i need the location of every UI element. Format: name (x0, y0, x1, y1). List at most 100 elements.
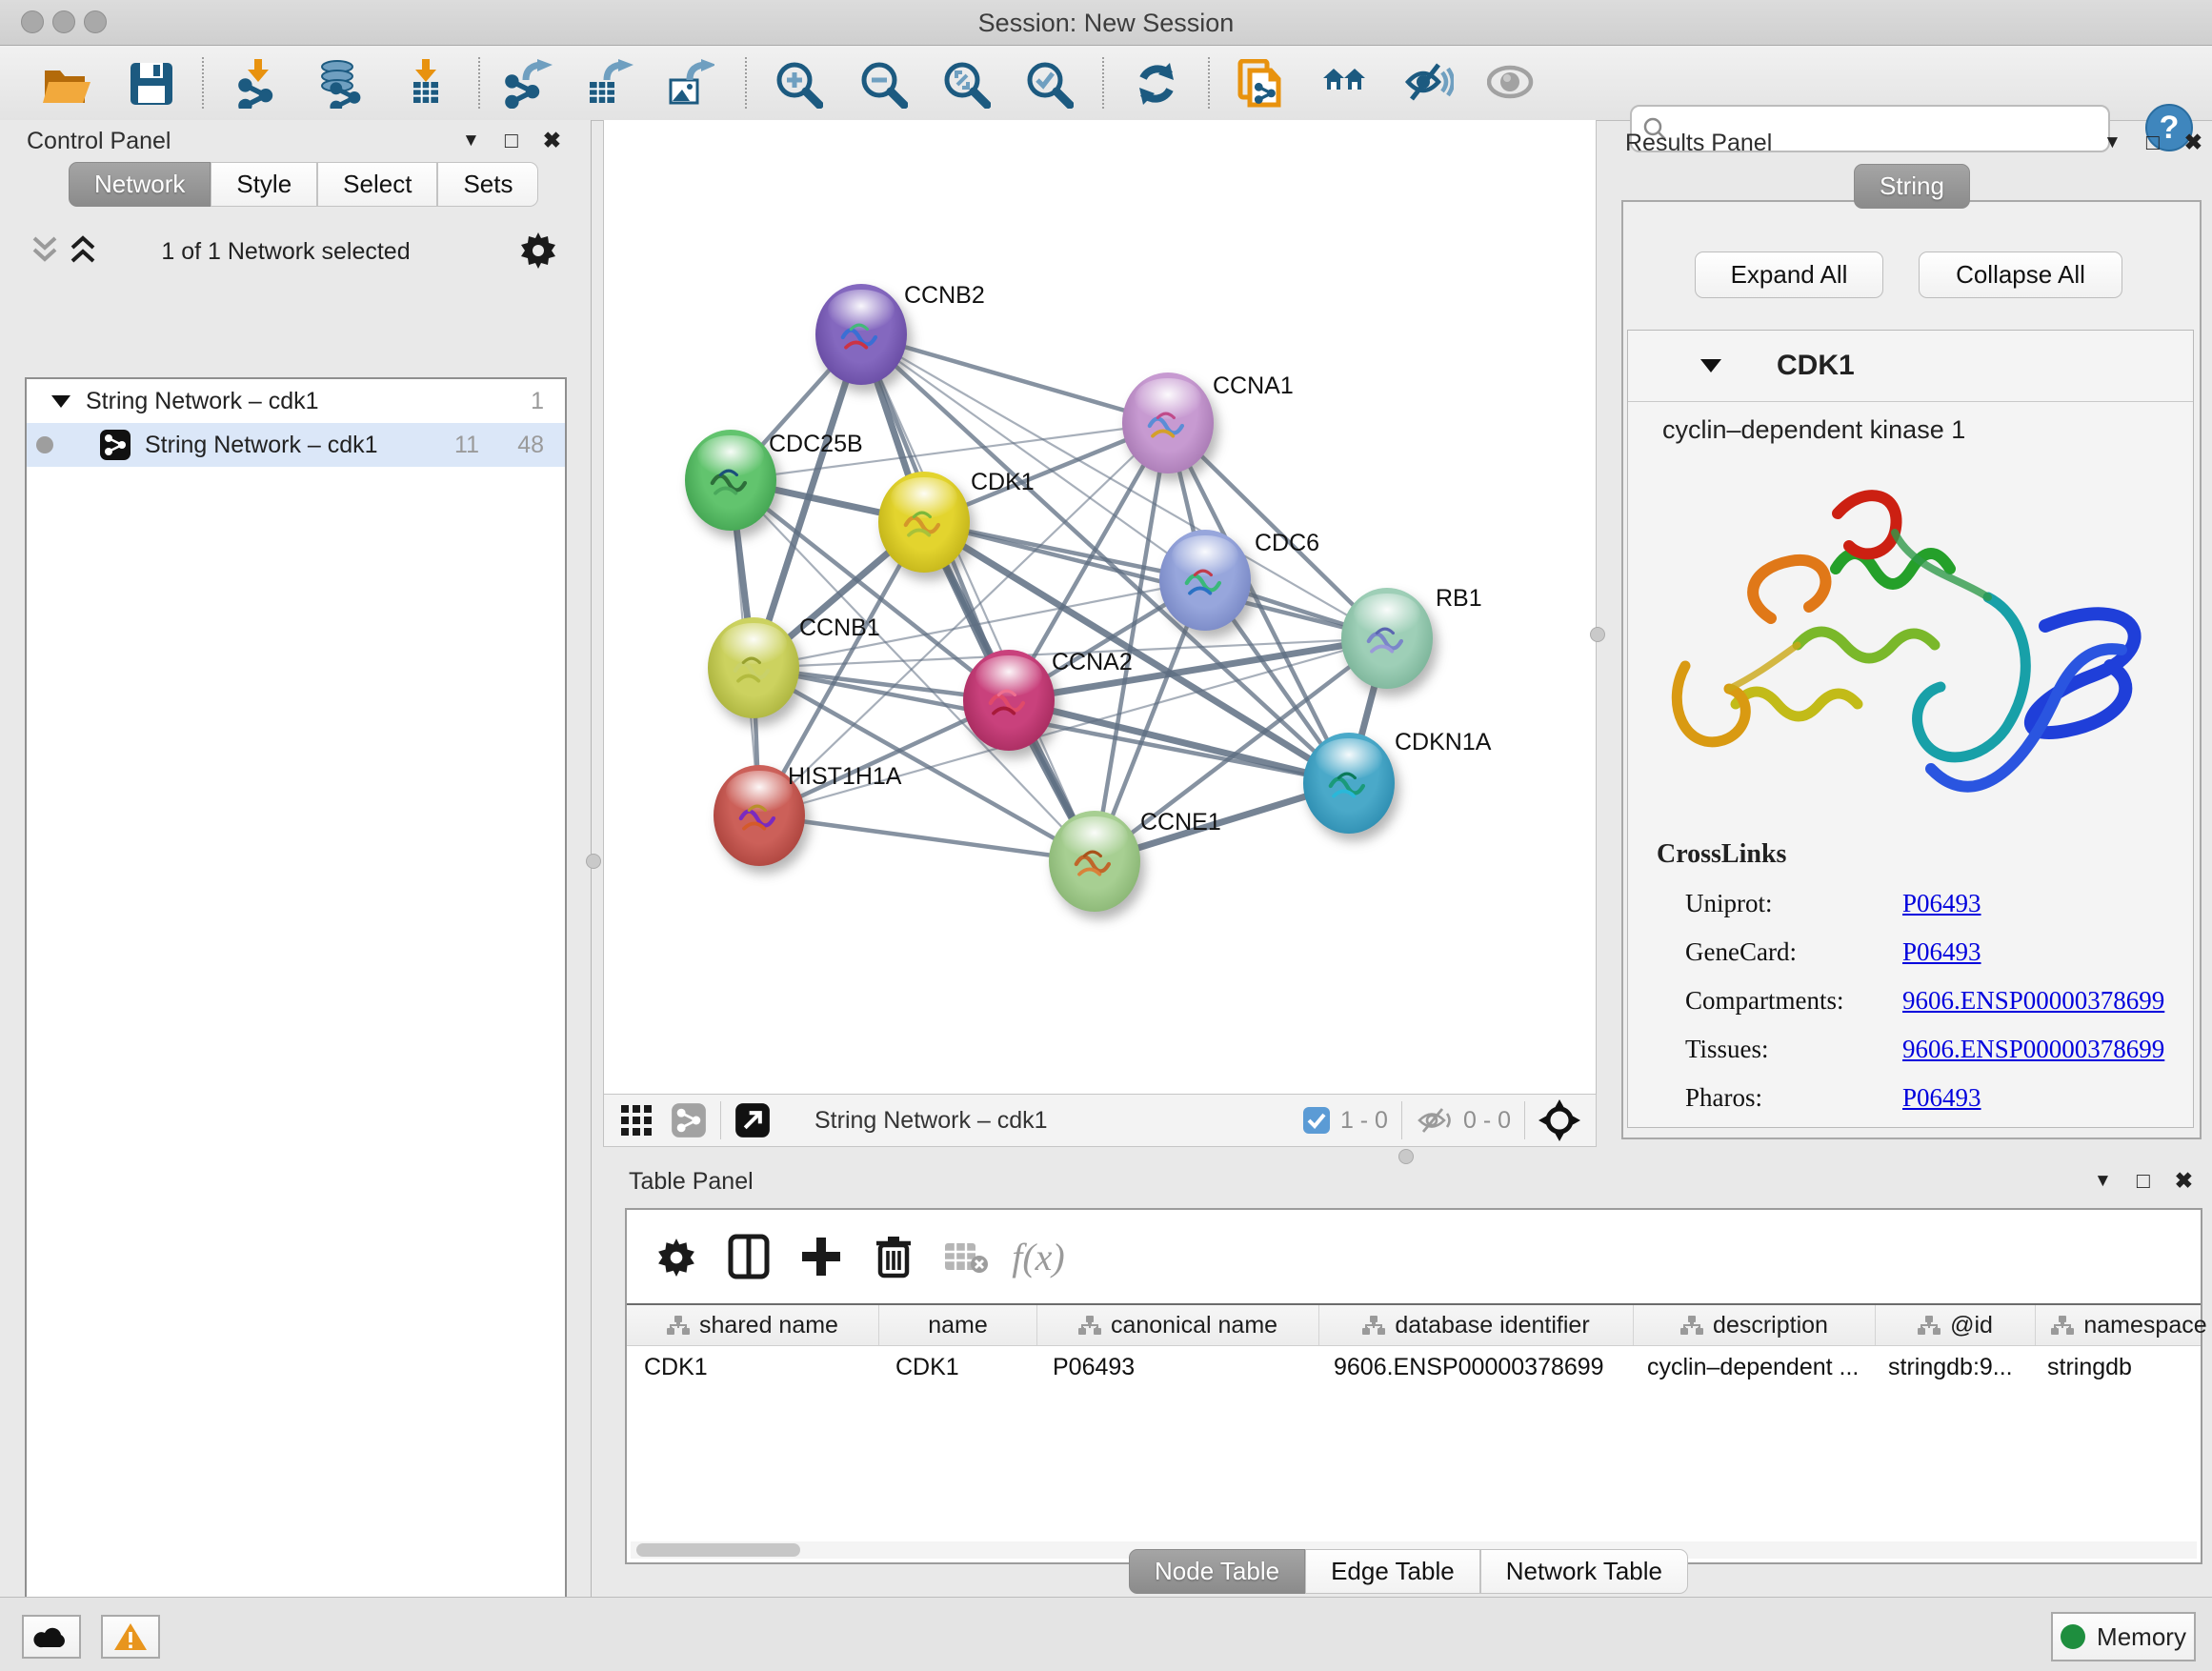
create-column-icon[interactable] (785, 1236, 857, 1278)
column-header-description[interactable]: description (1634, 1305, 1876, 1345)
network-view-title: String Network – cdk1 (814, 1107, 1048, 1135)
network-node-cdc25b[interactable] (685, 430, 776, 531)
horizontal-splitter-handle[interactable] (1398, 1149, 1414, 1164)
zoom-selected-icon[interactable] (1021, 56, 1076, 111)
show-columns-icon[interactable] (713, 1234, 785, 1279)
panel-close-icon[interactable]: ✖ (2184, 130, 2202, 155)
table-gear-icon[interactable] (640, 1237, 713, 1277)
open-session-icon[interactable] (38, 56, 93, 111)
collapse-all-button[interactable]: Collapse All (1919, 252, 2122, 298)
network-node-ccnb2[interactable] (815, 284, 907, 385)
collapse-all-icon[interactable] (29, 232, 61, 269)
save-session-icon[interactable] (124, 56, 179, 111)
table-row[interactable]: CDK1CDK1P064939606.ENSP00000378699cyclin… (627, 1346, 2201, 1388)
gene-header-row[interactable]: CDK1 (1628, 331, 2193, 402)
network-row[interactable]: String Network – cdk1 11 48 (27, 423, 565, 467)
delete-column-trash-icon[interactable] (857, 1234, 930, 1279)
network-node-rb1[interactable] (1341, 588, 1433, 689)
panel-float-icon[interactable]: □ (2146, 130, 2160, 155)
results-panel: Results Panel ▼ □ ✖ String Expand All Co… (1600, 120, 2212, 1168)
zoom-fit-icon[interactable] (938, 56, 994, 111)
network-node-count: 11 (454, 432, 479, 459)
export-table-icon[interactable] (581, 56, 636, 111)
show-all-icon[interactable] (1484, 56, 1539, 111)
network-node-ccna2[interactable] (963, 650, 1055, 751)
crosslink-link[interactable]: 9606.ENSP00000378699 (1902, 986, 2164, 1016)
crosslink-row: GeneCard:P06493 (1685, 928, 2193, 976)
clone-network-icon[interactable] (1234, 56, 1289, 111)
collection-expand-icon[interactable] (50, 393, 72, 410)
crosslink-link[interactable]: 9606.ENSP00000378699 (1902, 1035, 2164, 1064)
collection-count: 1 (531, 388, 544, 415)
zoom-out-icon[interactable] (855, 56, 911, 111)
delete-table-icon (930, 1239, 1002, 1274)
network-selection-status: 1 of 1 Network selected (124, 238, 448, 266)
network-node-ccne1[interactable] (1049, 811, 1140, 912)
tab-node-table[interactable]: Node Table (1129, 1549, 1305, 1594)
refresh-icon[interactable] (1129, 56, 1184, 111)
tab-edge-table[interactable]: Edge Table (1305, 1549, 1480, 1594)
network-node-cdc6[interactable] (1159, 530, 1251, 631)
export-image-icon[interactable] (662, 56, 717, 111)
panel-menu-icon[interactable]: ▼ (2094, 1171, 2112, 1192)
panel-menu-icon[interactable]: ▼ (2103, 132, 2122, 153)
network-collection-row[interactable]: String Network – cdk1 1 (27, 379, 565, 423)
tab-string[interactable]: String (1854, 164, 1970, 209)
grid-mode-icon[interactable] (619, 1103, 654, 1137)
column-header-namespace[interactable]: namespace (2036, 1305, 2212, 1345)
expand-all-button[interactable]: Expand All (1695, 252, 1883, 298)
network-node-cdk1[interactable] (878, 472, 970, 573)
table-cell: CDK1 (627, 1346, 878, 1388)
hide-selected-icon[interactable] (1401, 56, 1457, 111)
crosslink-link[interactable]: P06493 (1902, 1083, 1981, 1113)
main-toolbar: ? (0, 46, 2212, 121)
crosslink-link[interactable]: P06493 (1902, 889, 1981, 918)
tab-style[interactable]: Style (211, 162, 317, 207)
panel-float-icon[interactable]: □ (505, 128, 518, 153)
crosslink-label: Pharos: (1685, 1083, 1902, 1113)
export-network-icon[interactable] (500, 56, 555, 111)
tab-network[interactable]: Network (69, 162, 211, 207)
column-header-name[interactable]: name (879, 1305, 1037, 1345)
network-options-gear-icon[interactable] (519, 231, 557, 269)
panel-float-icon[interactable]: □ (2137, 1168, 2150, 1194)
warnings-button[interactable] (101, 1615, 160, 1659)
home-icon[interactable] (1318, 56, 1374, 111)
column-header-shared-name[interactable]: shared name (627, 1305, 879, 1345)
column-header-canonical-name[interactable]: canonical name (1037, 1305, 1319, 1345)
scrollbar-thumb[interactable] (636, 1543, 800, 1557)
zoom-in-icon[interactable] (771, 56, 826, 111)
node-label-cdk1: CDK1 (971, 469, 1035, 496)
panel-close-icon[interactable]: ✖ (543, 128, 561, 153)
open-view-icon[interactable] (734, 1102, 771, 1138)
network-share-icon[interactable] (671, 1102, 707, 1138)
import-network-icon[interactable] (231, 56, 287, 111)
memory-label: Memory (2097, 1622, 2186, 1652)
panel-menu-icon[interactable]: ▼ (462, 131, 480, 151)
import-table-icon[interactable] (399, 56, 454, 111)
crosslink-link[interactable]: P06493 (1902, 937, 1981, 967)
crosslink-row: Tissues:9606.ENSP00000378699 (1685, 1025, 2193, 1074)
tab-select[interactable]: Select (317, 162, 437, 207)
tab-network-table[interactable]: Network Table (1480, 1549, 1688, 1594)
memory-button[interactable]: Memory (2051, 1612, 2196, 1661)
left-splitter-handle[interactable] (586, 854, 601, 869)
string-results-box: Expand All Collapse All CDK1 cyclin–depe… (1621, 200, 2202, 1139)
table-body: CDK1CDK1P064939606.ENSP00000378699cyclin… (627, 1346, 2201, 1388)
network-node-ccnb1[interactable] (708, 617, 799, 718)
network-view-canvas[interactable]: CCNB2 CCNA1 CDC25B CDK1 CDC6 RB1 (603, 120, 1597, 1094)
import-database-icon[interactable] (312, 56, 367, 111)
cloud-button[interactable] (22, 1615, 81, 1659)
column-header-database-identifier[interactable]: database identifier (1319, 1305, 1634, 1345)
panel-close-icon[interactable]: ✖ (2175, 1168, 2193, 1194)
tab-sets[interactable]: Sets (437, 162, 538, 207)
network-node-ccna1[interactable] (1122, 372, 1214, 473)
birds-eye-view-icon[interactable] (1538, 1099, 1580, 1141)
column-header--id[interactable]: @id (1876, 1305, 2036, 1345)
hidden-count: 0 - 0 (1463, 1107, 1511, 1135)
expand-all-icon[interactable] (67, 232, 99, 269)
collapse-section-icon[interactable] (1699, 356, 1723, 375)
network-node-cdkn1a[interactable] (1303, 733, 1395, 834)
crosslink-label: Compartments: (1685, 986, 1902, 1016)
selected-checkbox-icon[interactable] (1302, 1106, 1331, 1135)
